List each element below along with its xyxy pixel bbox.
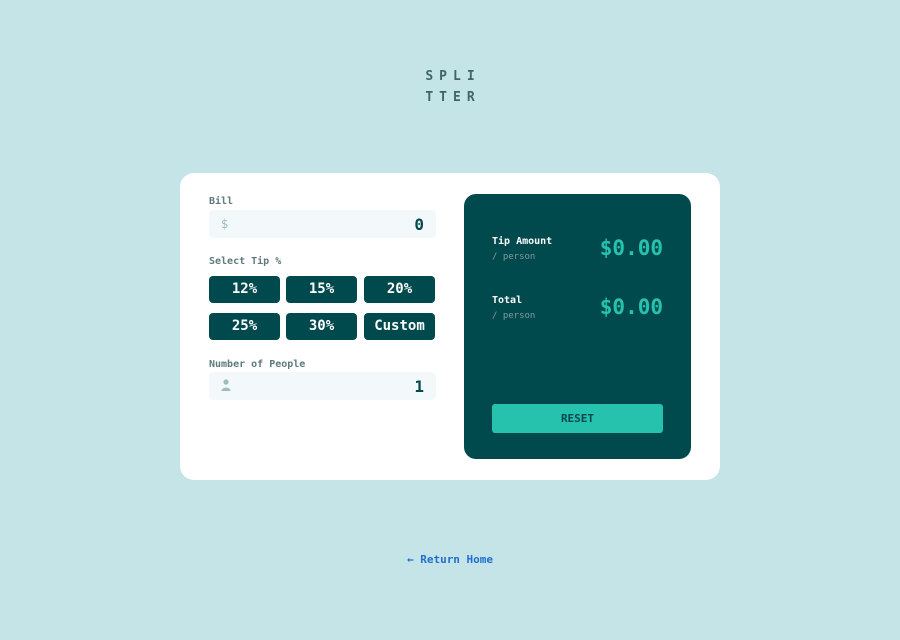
tip-button-custom[interactable]: Custom — [364, 313, 435, 340]
select-tip-label: Select Tip % — [209, 256, 282, 267]
bill-label: Bill — [209, 196, 234, 207]
people-label: Number of People — [209, 359, 306, 370]
logo-line-1: SPLI — [425, 69, 481, 84]
bill-input[interactable]: $ 0 — [209, 210, 436, 238]
tip-button-20[interactable]: 20% — [364, 276, 435, 303]
tip-amount-value: $0.00 — [599, 236, 663, 260]
tip-amount-label: Tip Amount — [492, 236, 553, 247]
bill-value: 0 — [414, 215, 424, 234]
tip-button-25[interactable]: 25% — [209, 313, 280, 340]
logo-line-2: TTER — [425, 90, 481, 105]
people-value: 1 — [414, 377, 424, 396]
person-icon — [221, 379, 231, 391]
return-home-link[interactable]: ← Return Home — [0, 553, 900, 566]
app-logo: SPLI TTER — [0, 66, 900, 108]
tip-amount-per-person: / person — [492, 252, 536, 262]
tip-button-15[interactable]: 15% — [286, 276, 357, 303]
calculator-card: Bill $ 0 Select Tip % 12% 15% 20% 25% 30… — [180, 173, 720, 480]
people-input[interactable]: 1 — [209, 372, 436, 400]
total-label: Total — [492, 295, 523, 306]
total-per-person: / person — [492, 311, 536, 321]
results-panel: Tip Amount / person $0.00 Total / person… — [464, 194, 691, 459]
reset-button[interactable]: RESET — [492, 404, 663, 433]
tip-button-12[interactable]: 12% — [209, 276, 280, 303]
dollar-icon: $ — [221, 217, 229, 231]
total-value: $0.00 — [599, 295, 663, 319]
tip-button-30[interactable]: 30% — [286, 313, 357, 340]
